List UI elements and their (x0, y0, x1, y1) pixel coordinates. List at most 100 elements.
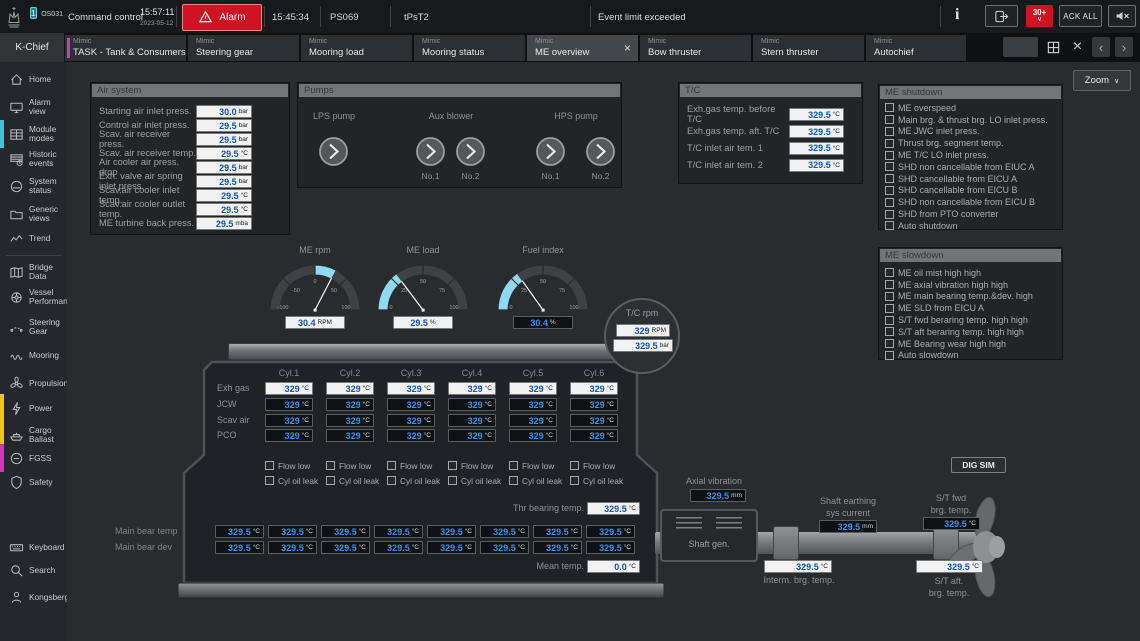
shutdown-checkbox[interactable] (885, 139, 894, 148)
tab-autochief[interactable]: Mimic Autochief (866, 35, 966, 61)
tab-close-icon[interactable]: × (624, 42, 631, 54)
panel-title: Pumps (299, 84, 620, 97)
shutdown-checkbox[interactable] (885, 162, 894, 171)
slowdown-checkbox[interactable] (885, 268, 894, 277)
sidebar-item-bridge-data[interactable]: Bridge Data (0, 258, 67, 286)
shutdown-checkbox[interactable] (885, 115, 894, 124)
tab-me-overview[interactable]: Mimic ME overview × (527, 35, 638, 61)
sidebar-item-system-status[interactable]: System status (0, 172, 67, 200)
flow-low-label: Flow low (583, 461, 615, 471)
bearing-value-box: 329.5°C (321, 541, 370, 554)
login-button[interactable] (985, 5, 1018, 27)
cylinder-column-header: Cyl.2 (326, 368, 374, 378)
tab-mooring-load[interactable]: Mimic Mooring load (301, 35, 412, 61)
cyl-oil-leak-checkbox[interactable] (265, 476, 274, 485)
alarm-button-label: Alarm (219, 12, 245, 23)
slowdown-checkbox[interactable] (885, 351, 894, 360)
sidebar-item-alarm-view[interactable]: Alarm view (0, 93, 67, 121)
cyl-oil-leak-checkbox[interactable] (387, 476, 396, 485)
slowdown-checkbox[interactable] (885, 316, 894, 325)
slowdown-checkbox[interactable] (885, 292, 894, 301)
cyl-value-box: 329°C (448, 429, 496, 442)
tab-steering-gear[interactable]: Mimic Steering gear (188, 35, 299, 61)
slowdown-checkbox[interactable] (885, 304, 894, 313)
tab-stern-thruster[interactable]: Mimic Stern thruster (753, 35, 864, 61)
alarm-button[interactable]: Alarm (182, 4, 262, 31)
sidebar-item-power[interactable]: Power (0, 394, 67, 422)
slowdown-checkbox[interactable] (885, 327, 894, 336)
lps-pump-symbol[interactable] (318, 136, 349, 167)
sidebar-item-kongsberg[interactable]: Kongsberg (0, 583, 67, 611)
slowdown-item: ME SLD from EICU A (885, 302, 1062, 314)
info-button[interactable]: i (955, 6, 959, 24)
sidebar-item-search[interactable]: Search (0, 556, 67, 584)
layout-grid-button[interactable] (1044, 37, 1063, 57)
cyl-oil-leak-checkbox[interactable] (509, 476, 518, 485)
tabs-next-button[interactable]: › (1115, 37, 1133, 57)
tab-bow-thruster[interactable]: Mimic Bow thruster (640, 35, 751, 61)
flow-low-checkbox[interactable] (326, 461, 335, 470)
tabs-prev-button[interactable]: ‹ (1092, 37, 1110, 57)
cyl-value-box: 329°C (326, 414, 374, 427)
sidebar-item-safety[interactable]: Safety (0, 468, 67, 496)
slowdown-item: ME axial vibration high high (885, 279, 1062, 291)
hps-pump-2-symbol[interactable] (585, 136, 616, 167)
tab-overflow-button[interactable] (1003, 37, 1038, 57)
sidebar-item-vessel-performance[interactable]: Vessel Performan... (0, 283, 67, 311)
sidebar-item-mooring[interactable]: Mooring (0, 341, 67, 369)
gauge-dial: 0 25 50 75 100 (493, 258, 593, 314)
aux-blower-2-symbol[interactable] (455, 136, 486, 167)
sidebar-item-historic-events[interactable]: Historic events (0, 145, 67, 173)
cyl-value-box: 329°C (570, 414, 618, 427)
slowdown-checkbox[interactable] (885, 280, 894, 289)
hps-pump-1-symbol[interactable] (535, 136, 566, 167)
tab-task-tank-consumers[interactable]: Mimic TASK - Tank & Consumers (65, 35, 186, 61)
gauge-label: Fuel index (491, 245, 595, 258)
st-fwd-label: S/T fwd (901, 493, 1001, 503)
cyl-oil-leak-label: Cyl oil leak (583, 476, 623, 486)
flow-low-checkbox[interactable] (509, 461, 518, 470)
exh-gas-row: 329°C329°C329°C329°C329°C329°C (265, 382, 618, 395)
flow-low-checkbox[interactable] (265, 461, 274, 470)
shutdown-checkbox[interactable] (885, 151, 894, 160)
cyl-oil-leak-checkbox[interactable] (448, 476, 457, 485)
sidebar-item-home[interactable]: Home (0, 65, 67, 93)
flow-low-checkbox[interactable] (570, 461, 579, 470)
alarm-count-button[interactable]: 30+ ∨ (1026, 5, 1053, 27)
zoom-dropdown[interactable]: Zoom ∨ (1073, 70, 1131, 91)
shutdown-checkbox[interactable] (885, 103, 894, 112)
aux-blower-1-symbol[interactable] (415, 136, 446, 167)
shutdown-label: Thrust brg. segment temp. (898, 138, 1004, 148)
shutdown-checkbox[interactable] (885, 127, 894, 136)
shutdown-checkbox[interactable] (885, 221, 894, 230)
sidebar-item-trend[interactable]: Trend (0, 224, 67, 252)
close-all-button[interactable]: × (1068, 37, 1087, 57)
slowdown-checkbox[interactable] (885, 339, 894, 348)
gas-circle-icon (9, 451, 24, 466)
flow-low-checkbox[interactable] (448, 461, 457, 470)
svg-text:100: 100 (341, 305, 350, 311)
operator-station-badge[interactable]: 1 OS031 (30, 3, 63, 21)
flow-low-checkbox[interactable] (387, 461, 396, 470)
shutdown-checkbox[interactable] (885, 186, 894, 195)
shutdown-checkbox[interactable] (885, 174, 894, 183)
sidebar-divider (6, 255, 61, 256)
ack-all-button[interactable]: ACK ALL (1059, 5, 1102, 27)
map-icon (9, 265, 24, 280)
cyl-oil-leak-checkbox[interactable] (570, 476, 579, 485)
shutdown-checkbox[interactable] (885, 210, 894, 219)
os-label: OS031 (41, 11, 63, 18)
shutdown-checkbox[interactable] (885, 198, 894, 207)
dig-sim-button[interactable]: DIG SIM (951, 457, 1006, 473)
mute-button[interactable] (1108, 5, 1136, 27)
sidebar-item-propulsion[interactable]: Propulsion (0, 369, 67, 397)
sidebar-item-module-modes[interactable]: Module modes (0, 120, 67, 148)
cyl-oil-leak-checkbox[interactable] (326, 476, 335, 485)
shutdown-label: SHD non cancellable from EIUC A (898, 162, 1035, 172)
sidebar-item-steering-gear[interactable]: Steering Gear (0, 313, 67, 341)
cylinder-column-header: Cyl.3 (387, 368, 435, 378)
slowdown-label: ME oil mist high high (898, 268, 981, 278)
tab-mooring-status[interactable]: Mimic Mooring status (414, 35, 525, 61)
separator (264, 6, 265, 27)
wave-icon (9, 348, 24, 363)
